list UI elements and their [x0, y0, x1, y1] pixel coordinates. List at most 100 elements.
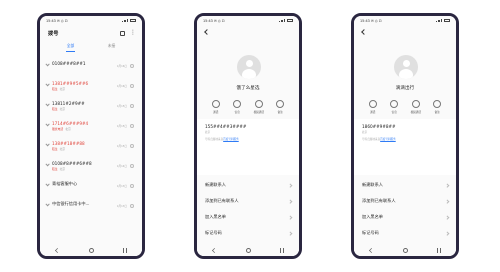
tab-bar: 全部 未接	[50, 43, 132, 53]
header: 拨号	[48, 27, 136, 39]
call-sub: 陌生 北京	[52, 147, 117, 151]
status-bar: 15:43 ✉ ◎ ⊡	[197, 16, 299, 25]
edit-icon[interactable]	[120, 30, 125, 36]
menu-item-label: 添加到已有联系人	[205, 198, 239, 203]
phone-call-log: 15:43 ✉ ◎ ⊡ 拨号 全部 未接 0108###8##14月16日138…	[37, 13, 145, 259]
call-direction-icon	[45, 182, 50, 187]
avatar	[394, 55, 418, 79]
info-icon[interactable]	[130, 164, 134, 168]
call-direction-icon	[45, 162, 50, 167]
message-action[interactable]: 信息	[386, 100, 402, 114]
source-link[interactable]: 百度号码服务	[223, 138, 239, 141]
call-row[interactable]: 0108###8##1 4月16日	[40, 56, 142, 76]
message-action[interactable]: 信息	[229, 100, 245, 114]
call-action[interactable]: 通话	[365, 100, 381, 114]
menu-item[interactable]: 添加到已有联系人	[354, 193, 456, 209]
info-icon[interactable]	[130, 104, 134, 108]
video-call-action[interactable]: 视频通话	[408, 100, 424, 114]
note-action[interactable]: 备注	[429, 100, 445, 114]
phone-number[interactable]: 1860##9#8##	[362, 124, 396, 129]
phone-detail-2: 15:43 ✉ ◎ ⊡ 滴滴出行 通话 信息 视频通话 备注 1860##9#8…	[351, 13, 459, 259]
call-number: 青桔客服中心	[52, 180, 78, 186]
call-direction-icon	[45, 82, 50, 87]
back-arrow-icon[interactable]	[204, 29, 210, 35]
back-nav-icon[interactable]	[54, 248, 60, 253]
screen: 15:43 ✉ ◎ ⊡ 拨号 全部 未接 0108###8##14月16日138…	[40, 16, 142, 256]
menu-item-label: 标记号码	[362, 230, 379, 235]
call-time: 4月14日	[116, 165, 127, 168]
info-icon[interactable]	[130, 124, 134, 128]
menu-item[interactable]: 加入黑名单	[354, 209, 456, 225]
tab-all[interactable]: 全部	[50, 43, 91, 53]
call-row[interactable]: 青桔客服中心 4月13日	[40, 176, 142, 196]
note-action[interactable]: 备注	[272, 100, 288, 114]
info-icon[interactable]	[130, 84, 134, 88]
recents-nav-icon[interactable]	[123, 248, 128, 253]
chevron-right-icon	[287, 231, 292, 235]
call-row[interactable]: 138##18##88 陌生 北京 4月15日	[40, 136, 142, 156]
action-label: 备注	[277, 111, 283, 114]
menu-item[interactable]: 新建联系人	[354, 177, 456, 193]
call-number: 138##18##88	[52, 141, 85, 146]
location-source: 号码归属地来自百度号码服务	[362, 137, 396, 141]
chevron-right-icon	[444, 199, 449, 203]
call-tag: 陌生	[52, 147, 58, 151]
call-location: 北京	[59, 87, 66, 91]
call-row[interactable]: 中信银行信用卡中... 4月13日	[40, 196, 142, 216]
menu-item[interactable]: 新建联系人	[197, 177, 299, 193]
call-action[interactable]: 通话	[208, 100, 224, 114]
source-prefix: 号码归属地来自	[205, 138, 224, 141]
video-call-action[interactable]: 视频通话	[251, 100, 267, 114]
back-nav-icon[interactable]	[211, 248, 217, 253]
call-row[interactable]: 13811#2#9## 陌生 北京 4月15日	[40, 96, 142, 116]
tab-missed[interactable]: 未接	[91, 43, 132, 53]
recents-nav-icon[interactable]	[280, 248, 285, 253]
call-row[interactable]: 1714#6###9#4 骚扰电话 北京 4月15日	[40, 116, 142, 136]
call-row[interactable]: 1381##9#5##6 陌生 北京 4月16日	[40, 76, 142, 96]
message-icon	[233, 100, 242, 108]
info-icon[interactable]	[130, 144, 134, 148]
info-icon[interactable]	[130, 184, 134, 188]
home-nav-icon[interactable]	[245, 248, 251, 253]
home-nav-icon[interactable]	[88, 248, 94, 253]
page-title: 拨号	[48, 30, 59, 37]
system-nav-bar	[197, 245, 299, 256]
action-label: 通话	[213, 111, 219, 114]
menu-item[interactable]: 添加到已有联系人	[197, 193, 299, 209]
home-nav-icon[interactable]	[402, 248, 408, 253]
screen: 15:43 ✉ ◎ ⊡ 滴滴出行 通话 信息 视频通话 备注 1860##9#8…	[354, 16, 456, 256]
back-nav-icon[interactable]	[368, 248, 374, 253]
info-icon[interactable]	[130, 204, 134, 208]
menu-item[interactable]: 加入黑名单	[197, 209, 299, 225]
menu-item-label: 添加到已有联系人	[362, 198, 396, 203]
action-label: 通话	[370, 111, 376, 114]
contact-name: 滴滴出行	[395, 86, 415, 91]
recents-nav-icon[interactable]	[437, 248, 442, 253]
video-icon	[254, 100, 263, 108]
call-number: 0108###8##1	[52, 61, 86, 66]
call-text: 138##18##88 陌生 北京	[52, 141, 117, 151]
call-time: 4月15日	[116, 125, 127, 128]
more-icon[interactable]	[129, 29, 136, 36]
call-time: 4月15日	[116, 145, 127, 148]
action-row: 通话 信息 视频通话 备注	[362, 100, 448, 114]
back-arrow-icon[interactable]	[361, 29, 367, 35]
status-time: 15:43 ✉ ◎ ⊡	[360, 18, 382, 23]
call-sub	[52, 188, 117, 192]
chevron-right-icon	[444, 231, 449, 235]
call-time: 4月16日	[116, 85, 127, 88]
call-direction-icon	[45, 142, 50, 147]
signal-icon	[121, 19, 128, 22]
phone-detail-1: 15:43 ✉ ◎ ⊡ 饿了么星选 通话 信息 视频通话 备注 155##4##…	[194, 13, 302, 259]
call-list: 0108###8##1 4月16日 1381##9#5##6 陌生 北京 4月16日 138…	[40, 56, 142, 216]
call-time: 4月16日	[116, 65, 127, 68]
source-link[interactable]: 百度号码服务	[380, 138, 396, 141]
chevron-right-icon	[444, 215, 449, 219]
screen: 15:43 ✉ ◎ ⊡ 饿了么星选 通话 信息 视频通话 备注 155##4##…	[197, 16, 299, 256]
menu-item[interactable]: 标记号码	[197, 225, 299, 241]
call-sub: 陌生 北京	[52, 107, 117, 111]
info-icon[interactable]	[130, 64, 134, 68]
call-row[interactable]: 0108#8###6##8 陌生 北京 4月14日	[40, 156, 142, 176]
phone-number[interactable]: 155##4##3####	[205, 124, 246, 129]
menu-item[interactable]: 标记号码	[354, 225, 456, 241]
